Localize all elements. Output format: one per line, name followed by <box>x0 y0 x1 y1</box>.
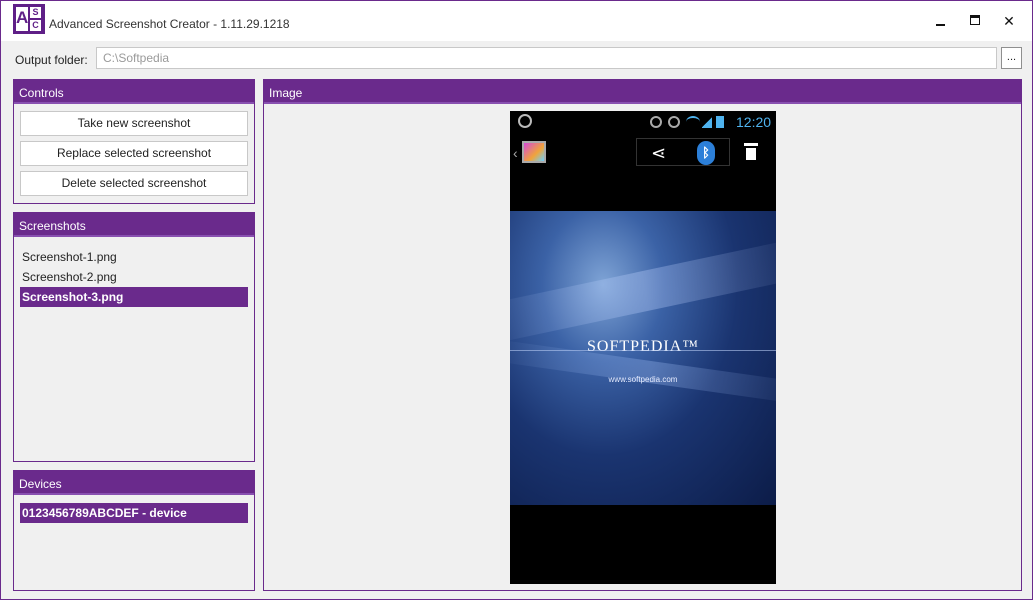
battery-icon <box>716 116 724 128</box>
signal-icon <box>702 116 712 128</box>
screenshots-panel: Screenshots Screenshot-1.png Screenshot-… <box>13 212 255 462</box>
screenshots-list: Screenshot-1.png Screenshot-2.png Screen… <box>20 247 248 307</box>
app-logo-icon: A S C <box>13 4 45 34</box>
gallery-icon <box>522 141 546 163</box>
share-group: ⋖ ᛒ <box>636 138 730 166</box>
device-item-selected[interactable]: 0123456789ABCDEF - device <box>20 503 248 523</box>
replace-screenshot-button[interactable]: Replace selected screenshot <box>20 141 248 166</box>
delete-screenshot-button[interactable]: Delete selected screenshot <box>20 171 248 196</box>
image-panel: Image 12:20 ‹ ⋖ ᛒ SOFTPEDIA™ www.softped… <box>263 79 1022 591</box>
share-icon: ⋖ <box>651 143 667 163</box>
wallpaper-url: www.softpedia.com <box>608 375 678 384</box>
screenshots-header: Screenshots <box>14 213 254 237</box>
minimize-button[interactable] <box>927 9 955 33</box>
wallpaper-image: SOFTPEDIA™ www.softpedia.com <box>510 211 776 505</box>
trash-icon <box>744 143 758 160</box>
title-bar: A S C Advanced Screenshot Creator - 1.11… <box>1 1 1032 41</box>
screenshot-item-selected[interactable]: Screenshot-3.png <box>20 287 248 307</box>
image-header: Image <box>264 80 1021 104</box>
logo-letter-s: S <box>30 7 41 18</box>
status-icons <box>650 116 730 128</box>
wifi-icon <box>686 116 700 128</box>
take-screenshot-button[interactable]: Take new screenshot <box>20 111 248 136</box>
back-chevron-icon: ‹ <box>513 145 518 161</box>
sync-icon <box>650 116 662 128</box>
output-folder-input[interactable] <box>96 47 997 69</box>
controls-header: Controls <box>14 80 254 104</box>
phone-clock: 12:20 <box>736 114 772 130</box>
trash-lid <box>744 143 758 146</box>
screenshot-item[interactable]: Screenshot-2.png <box>20 267 248 287</box>
alarm-icon <box>668 116 680 128</box>
phone-action-bar: ‹ ⋖ ᛒ <box>510 133 776 173</box>
close-button[interactable]: ✕ <box>995 9 1023 33</box>
logo-letter-a: A <box>16 7 28 31</box>
devices-header: Devices <box>14 471 254 495</box>
close-icon: ✕ <box>1003 13 1015 29</box>
maximize-button[interactable] <box>961 9 989 33</box>
alarm-clock-icon <box>518 114 532 128</box>
screenshot-item[interactable]: Screenshot-1.png <box>20 247 248 267</box>
app-window: A S C Advanced Screenshot Creator - 1.11… <box>0 0 1033 600</box>
minimize-icon <box>936 24 945 26</box>
browse-folder-button[interactable]: ... <box>1001 47 1022 69</box>
controls-panel: Controls Take new screenshot Replace sel… <box>13 79 255 204</box>
phone-screenshot: 12:20 ‹ ⋖ ᛒ SOFTPEDIA™ www.softpedia.com <box>510 111 776 584</box>
maximize-icon <box>970 15 980 25</box>
devices-list: 0123456789ABCDEF - device <box>20 503 248 523</box>
devices-panel: Devices 0123456789ABCDEF - device <box>13 470 255 591</box>
window-title: Advanced Screenshot Creator - 1.11.29.12… <box>49 17 290 31</box>
trash-body <box>746 148 756 160</box>
output-folder-label: Output folder: <box>15 53 88 67</box>
wallpaper-line <box>510 350 776 351</box>
wallpaper-streak <box>510 237 776 345</box>
logo-letter-c: C <box>30 20 41 31</box>
phone-status-bar: 12:20 <box>510 111 776 133</box>
wallpaper-title: SOFTPEDIA™ <box>587 338 699 355</box>
bluetooth-icon: ᛒ <box>697 141 715 165</box>
